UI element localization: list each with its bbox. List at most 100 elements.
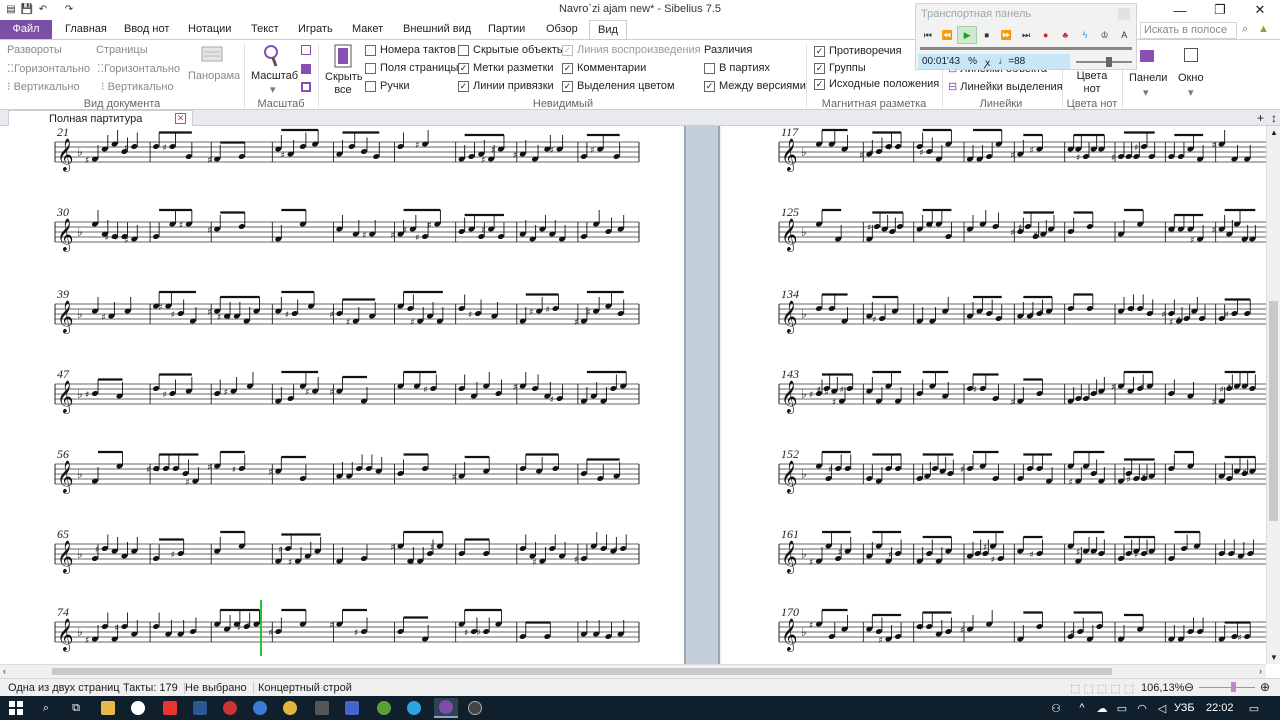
telegram-icon[interactable]: [404, 698, 424, 718]
checkmark-icon[interactable]: ✓: [562, 62, 573, 74]
spreads-button[interactable]: Развороты: [7, 44, 62, 56]
in-parts-checkbox[interactable]: В партиях: [704, 62, 770, 74]
language-indicator[interactable]: УЗБ: [1174, 702, 1195, 714]
checkbox-box[interactable]: [365, 44, 376, 56]
zoom-slider-thumb[interactable]: [1231, 682, 1236, 692]
restore-button[interactable]: ❐: [1200, 0, 1240, 20]
vertical-scrollbar-thumb[interactable]: [1269, 301, 1278, 521]
vertical-pages-button[interactable]: ⁝ Вертикально: [101, 80, 174, 93]
panorama-icon[interactable]: [201, 45, 223, 63]
checkmark-icon[interactable]: ✓: [814, 62, 825, 74]
tab-parts[interactable]: Партии: [488, 20, 525, 39]
rewind-to-start-icon[interactable]: ⏮: [918, 26, 938, 44]
window-button[interactable]: Окно: [1178, 72, 1204, 84]
handles-checkbox[interactable]: Ручки: [365, 80, 410, 92]
zoom-button[interactable]: Масштаб: [251, 70, 298, 82]
transport-close-icon[interactable]: [1118, 8, 1130, 20]
word-icon[interactable]: [190, 698, 210, 718]
checkmark-icon[interactable]: ✓: [814, 45, 825, 57]
tab-view[interactable]: Вид: [589, 20, 627, 39]
horizontal-scrollbar-thumb[interactable]: [52, 668, 1112, 675]
vertical-spreads-button[interactable]: ⁝ Вертикально: [7, 80, 80, 93]
yandex-browser-icon[interactable]: [128, 698, 148, 718]
live-tempo-icon[interactable]: ϟ: [1075, 26, 1095, 44]
document-tab-full-score[interactable]: Полная партитура ✕: [8, 110, 193, 126]
tempo-slider-thumb[interactable]: [1106, 57, 1112, 67]
zoom-page-icon[interactable]: [301, 45, 311, 55]
attachment-lines-checkbox[interactable]: ✓ Линии привязки: [458, 80, 554, 92]
checkmark-icon[interactable]: ✓: [562, 80, 573, 92]
zoom-in-icon[interactable]: ⊕: [1260, 680, 1270, 694]
app-icon[interactable]: [465, 698, 485, 718]
zoom-slider[interactable]: [1199, 682, 1255, 692]
tab-home[interactable]: Главная: [65, 20, 107, 39]
selection-colors-checkbox[interactable]: ✓ Выделения цветом: [562, 80, 675, 92]
hidden-objects-checkbox[interactable]: Скрытые объекты: [458, 44, 565, 56]
page-margins-checkbox[interactable]: Поля страницы: [365, 62, 458, 74]
playback-position-bar[interactable]: [920, 47, 1132, 50]
checkbox-box[interactable]: [458, 44, 469, 56]
checkbox-box[interactable]: [365, 62, 376, 74]
add-tab-icon[interactable]: +: [1257, 111, 1264, 125]
start-icon[interactable]: [6, 698, 26, 718]
people-icon[interactable]: ⚇: [1046, 698, 1066, 718]
replay-icon[interactable]: ♔: [1095, 26, 1115, 44]
app-icon[interactable]: [374, 698, 394, 718]
checkmark-icon[interactable]: ✓: [562, 44, 573, 56]
tab-file[interactable]: Файл: [0, 20, 52, 39]
score-view[interactable]: 𝄞 ♭ ♯ ♯ ♯ ♯ ♯ ♯ ♯ ♯ ♯ ♯ ♯ 𝄞 ♭ ♯ ♯ ♯ ♯ ♯ ♯ ♯ ♯ ♯ ♯ ♯ 𝄞 ♭ ♯ ♯ ♯ ♯ ♯ ♯ ♯ ♯ ♯ ♯ ♯ ♯…: [0, 126, 1266, 664]
app-icon[interactable]: [342, 698, 362, 718]
live-playback-icon[interactable]: A: [1114, 26, 1134, 44]
checkmark-icon[interactable]: ✓: [458, 80, 469, 92]
note-colors-button[interactable]: Цвета нот: [1068, 70, 1116, 96]
tray-expand-icon[interactable]: ^: [1072, 698, 1092, 718]
hide-all-button[interactable]: Скрыть все: [325, 71, 363, 97]
measure-numbers-checkbox[interactable]: Номера тактов: [365, 44, 456, 56]
tab-review[interactable]: Обзор: [546, 20, 578, 39]
vertical-scrollbar[interactable]: ▲ ▼: [1266, 126, 1280, 664]
zoom-width-icon[interactable]: [301, 64, 311, 74]
collisions-checkbox[interactable]: ✓ Противоречия: [814, 45, 902, 57]
horizontal-spreads-button[interactable]: ⁚⁚Горизонтально: [7, 62, 90, 75]
play-icon[interactable]: ▶: [957, 26, 977, 44]
help-icon[interactable]: ▲: [1258, 23, 1269, 35]
checkbox-box[interactable]: [704, 62, 715, 74]
window-icon[interactable]: [1184, 48, 1198, 62]
zoom-out-icon[interactable]: ⊖: [1184, 680, 1194, 694]
pages-button[interactable]: Страницы: [96, 44, 148, 56]
calculator-icon[interactable]: [312, 698, 332, 718]
layout-marks-checkbox[interactable]: ✓ Метки разметки: [458, 62, 554, 74]
original-positions-checkbox[interactable]: ✓ Исходные положения: [814, 78, 939, 90]
minimize-button[interactable]: —: [1160, 0, 1200, 20]
panorama-button[interactable]: Панорама: [188, 70, 240, 82]
groups-checkbox[interactable]: ✓ Группы: [814, 62, 866, 74]
chrome-icon[interactable]: [280, 698, 300, 718]
app-icon[interactable]: [220, 698, 240, 718]
network-icon[interactable]: ☁: [1092, 698, 1112, 718]
wifi-icon[interactable]: ◠: [1132, 698, 1152, 718]
file-explorer-icon[interactable]: [98, 698, 118, 718]
checkmark-icon[interactable]: ✓: [458, 62, 469, 74]
sibelius-taskbar-icon[interactable]: [434, 698, 458, 718]
close-button[interactable]: ✕: [1240, 0, 1280, 20]
transport-panel[interactable]: Транспортная панель ⏮ ⏪ ▶ ⏹ ⏩ ⏭ ● ♣ ϟ ♔ …: [915, 3, 1137, 70]
playback-line-checkbox[interactable]: ✓ Линия воспроизведения: [562, 44, 701, 56]
score-staves-left[interactable]: 𝄞 ♭♯♯ ♯♯ ♯♯♯♯ ♯ ♯ ♯𝄞 ♭ ♯ ♯ ♯♯ ♯ ♯ ♯ ♯♯♯ ♯𝄞 ♭ ♯♯♯ ♯ ♯ ♯ ♯ ♯♯ ♯♯ ♯…: [0, 126, 684, 664]
tab-layout[interactable]: Макет: [352, 20, 383, 39]
notifications-icon[interactable]: ▭: [1244, 698, 1264, 718]
window-dropdown-icon[interactable]: ▾: [1188, 86, 1194, 99]
ribbon-search-input[interactable]: Искать в полосе: [1140, 22, 1237, 39]
rewind-icon[interactable]: ⏪: [938, 26, 958, 44]
record-icon[interactable]: ●: [1036, 26, 1056, 44]
tab-appearance[interactable]: Внешний вид: [403, 20, 471, 39]
fast-forward-icon[interactable]: ⏩: [997, 26, 1017, 44]
checkmark-icon[interactable]: ✓: [704, 80, 715, 92]
note-colors-swatch-icon[interactable]: [1140, 50, 1154, 62]
magnifier-icon[interactable]: [262, 44, 282, 68]
scroll-up-icon[interactable]: ▲: [1270, 128, 1278, 137]
horizontal-scrollbar[interactable]: ‹ ›: [0, 664, 1266, 678]
zoom-dropdown-icon[interactable]: ▾: [270, 83, 276, 96]
scroll-down-icon[interactable]: ▼: [1270, 653, 1278, 662]
flexi-time-icon[interactable]: ♣: [1055, 26, 1075, 44]
clock[interactable]: 22:02: [1206, 702, 1234, 714]
